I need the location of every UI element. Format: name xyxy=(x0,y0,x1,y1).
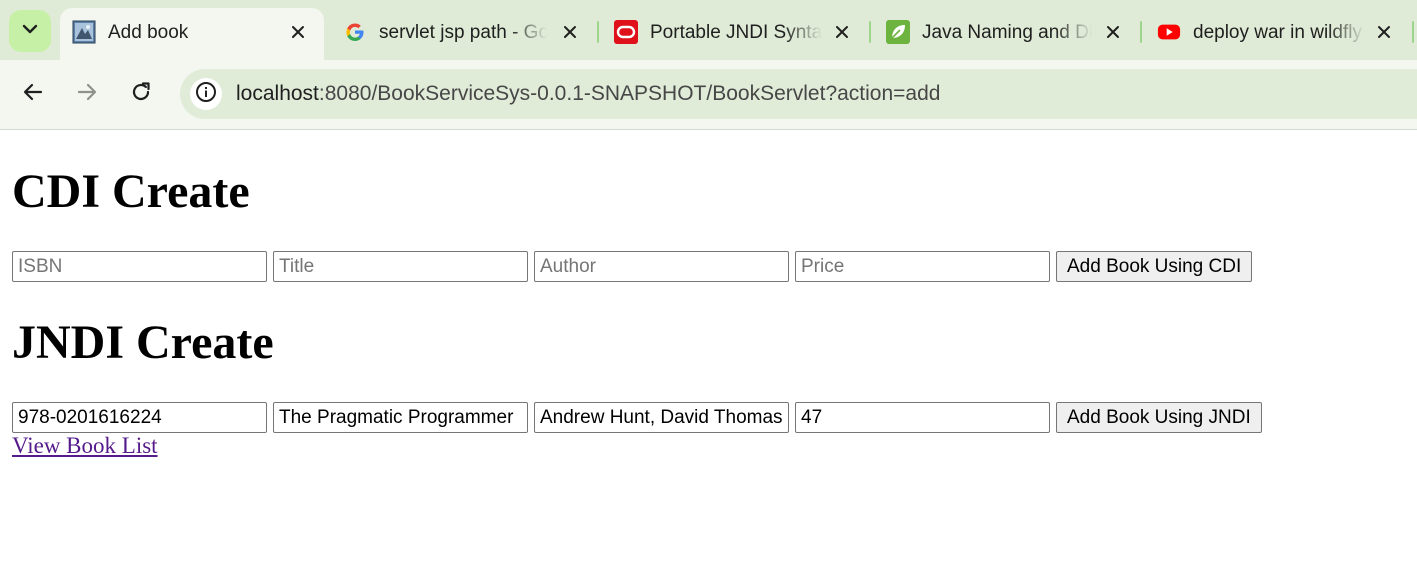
cdi-author-input[interactable] xyxy=(534,251,789,282)
jndi-create-heading: JNDI Create xyxy=(12,316,274,369)
tab-title: deploy war in wildfly xyxy=(1193,22,1362,43)
tab-separator xyxy=(597,21,599,43)
address-bar[interactable]: localhost:8080/BookServiceSys-0.0.1-SNAP… xyxy=(180,69,1417,119)
url-text[interactable]: localhost:8080/BookServiceSys-0.0.1-SNAP… xyxy=(236,81,940,107)
oracle-favicon-icon xyxy=(614,20,638,44)
arrow-left-icon xyxy=(22,81,44,108)
tab-add-book[interactable]: Add book xyxy=(60,8,324,60)
jndi-isbn-input[interactable] xyxy=(12,402,267,433)
chevron-down-icon xyxy=(21,22,39,40)
close-tab-icon[interactable] xyxy=(1101,20,1125,44)
close-tab-icon[interactable] xyxy=(558,20,582,44)
tab-separator xyxy=(1412,21,1414,43)
cdi-create-heading: CDI Create xyxy=(12,165,250,218)
view-book-list-link[interactable]: View Book List xyxy=(12,433,158,459)
cdi-title-input[interactable] xyxy=(273,251,528,282)
back-button[interactable] xyxy=(13,74,53,114)
browser-toolbar: localhost:8080/BookServiceSys-0.0.1-SNAP… xyxy=(0,60,1417,130)
tab-title: Portable JNDI Syntax xyxy=(650,22,822,43)
url-host: localhost xyxy=(236,82,319,105)
close-tab-icon[interactable] xyxy=(1372,20,1396,44)
reload-icon xyxy=(130,81,152,108)
cdi-isbn-input[interactable] xyxy=(12,251,267,282)
page-content: CDI Create Add Book Using CDI JNDI Creat… xyxy=(0,131,1417,576)
cdi-price-input[interactable] xyxy=(795,251,1050,282)
tab-search-button[interactable] xyxy=(9,10,51,52)
tab-separator xyxy=(869,21,871,43)
add-book-cdi-button[interactable]: Add Book Using CDI xyxy=(1056,251,1253,282)
close-tab-icon[interactable] xyxy=(830,20,854,44)
info-icon xyxy=(195,81,217,108)
jndi-author-input[interactable] xyxy=(534,402,789,433)
tab-title: servlet jsp path - Google xyxy=(379,22,547,43)
jndi-title-input[interactable] xyxy=(273,402,528,433)
tab-java-naming[interactable]: Java Naming and Directory xyxy=(874,8,1139,60)
arrow-right-icon xyxy=(76,81,98,108)
tab-portable-jndi[interactable]: Portable JNDI Syntax xyxy=(602,8,868,60)
site-info-button[interactable] xyxy=(190,78,222,110)
tab-separator xyxy=(1140,21,1142,43)
url-path: :8080/BookServiceSys-0.0.1-SNAPSHOT/Book… xyxy=(318,82,941,105)
page-favicon-icon xyxy=(72,20,96,44)
add-book-jndi-button[interactable]: Add Book Using JNDI xyxy=(1056,402,1262,433)
jndi-price-input[interactable] xyxy=(795,402,1050,433)
tab-title: Add book xyxy=(108,22,189,43)
close-tab-icon[interactable] xyxy=(286,20,310,44)
forward-button[interactable] xyxy=(67,74,107,114)
reload-button[interactable] xyxy=(121,74,161,114)
tab-title: Java Naming and Directory xyxy=(922,22,1092,43)
tab-deploy-wildfly[interactable]: deploy war in wildfly xyxy=(1145,8,1411,60)
google-favicon-icon xyxy=(343,20,367,44)
tab-strip: Add book servlet jsp path - Google xyxy=(0,0,1417,60)
youtube-favicon-icon xyxy=(1157,20,1181,44)
spring-leaf-favicon-icon xyxy=(886,20,910,44)
tab-google-search[interactable]: servlet jsp path - Google xyxy=(331,8,596,60)
